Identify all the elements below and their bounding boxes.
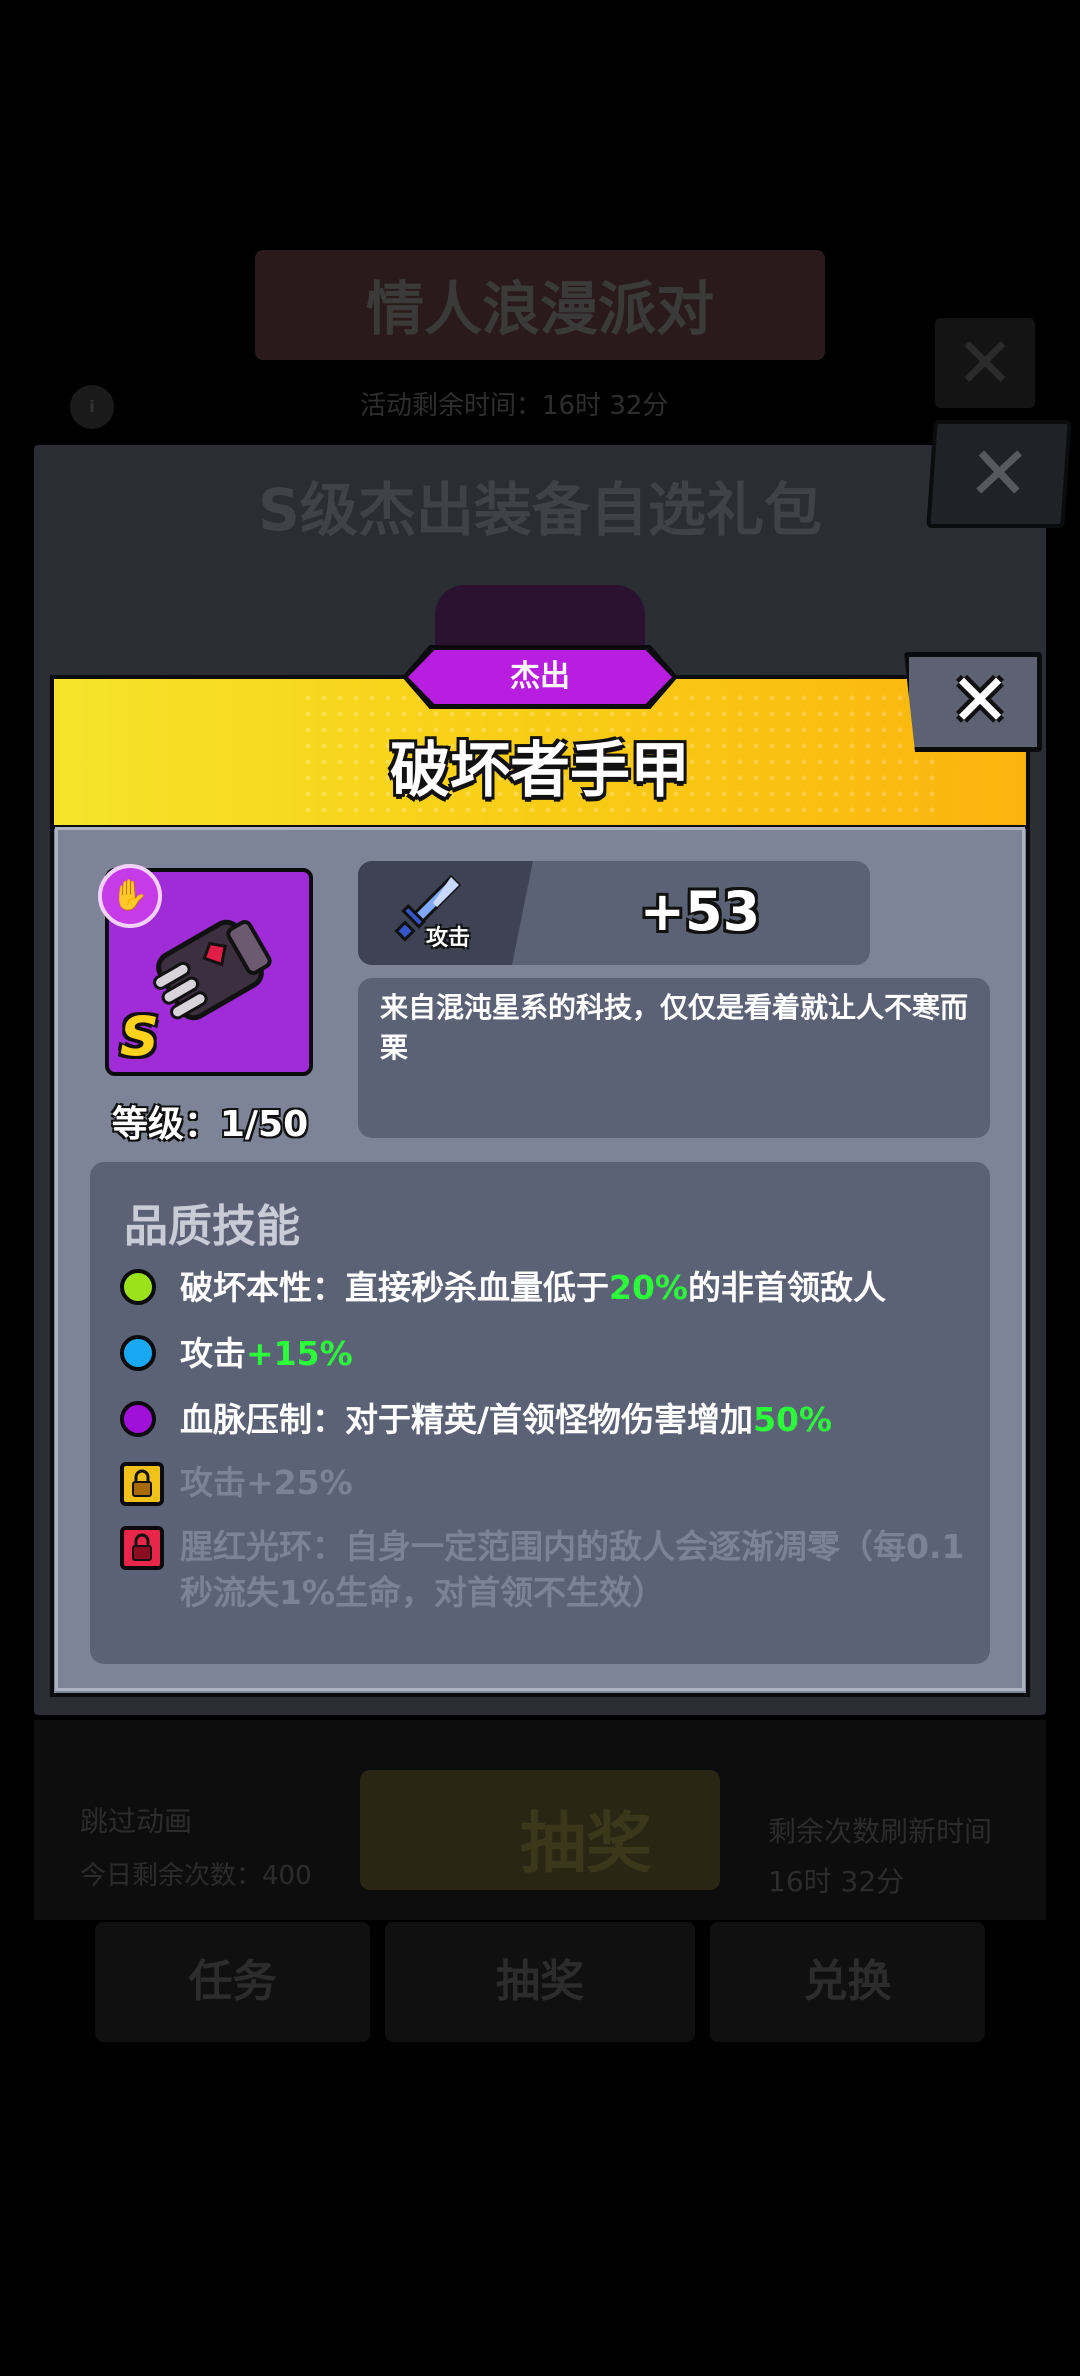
skill-row-locked: 腥红光环：自身一定范围内的敌人会逐渐凋零（每0.1秒流失1%生命，对首领不生效） xyxy=(120,1524,980,1616)
stat-label: 攻击 xyxy=(426,926,471,951)
skill-dot-icon xyxy=(120,1335,156,1371)
item-title: 破坏者手甲 xyxy=(390,736,690,806)
tab-draw[interactable]: 抽奖 xyxy=(385,1922,695,2042)
skill-row: 破坏本性：直接秒杀血量低于20%的非首领敌人 xyxy=(120,1265,980,1315)
rarity-tag: 杰出 xyxy=(408,650,672,704)
info-icon[interactable]: i xyxy=(70,385,114,429)
lock-icon xyxy=(120,1462,164,1506)
gift-pack-close-button[interactable]: ✕ xyxy=(926,420,1072,528)
tab-tasks[interactable]: 任务 xyxy=(95,1922,370,2042)
skill-text: 腥红光环：自身一定范围内的敌人会逐渐凋零（每0.1秒流失1%生命，对首领不生效） xyxy=(180,1527,965,1612)
skill-row-locked: 攻击+25% xyxy=(120,1460,980,1510)
item-level: 等级：1/50 xyxy=(111,1104,309,1145)
skill-row: 攻击+15% xyxy=(120,1331,980,1381)
skill-text: 血脉压制：对于精英/首领怪物伤害增加50% xyxy=(180,1400,833,1439)
quality-skills-title: 品质技能 xyxy=(124,1201,300,1252)
refresh-time: 16时 32分 xyxy=(768,1865,905,1898)
skill-text: 攻击+25% xyxy=(180,1463,353,1502)
skill-dot-icon xyxy=(120,1269,156,1305)
skill-row: 血脉压制：对于精英/首领怪物伤害增加50% xyxy=(120,1397,980,1447)
lock-icon xyxy=(120,1526,164,1570)
hand-icon: ✋ xyxy=(98,864,162,928)
skill-dot-icon xyxy=(120,1401,156,1437)
draw-button-label: 抽奖 xyxy=(520,1805,652,1882)
item-description: 来自混沌星系的科技，仅仅是看着就让人不寒而栗 xyxy=(380,991,969,1064)
event-title: 情人浪漫派对 xyxy=(365,275,714,343)
remaining-count: 今日剩余次数：400 xyxy=(80,1861,312,1891)
skip-animation-toggle[interactable]: 跳过动画 xyxy=(80,1800,192,1840)
close-icon[interactable]: ✕ xyxy=(935,655,1025,745)
skill-text: 攻击+15% xyxy=(180,1334,353,1373)
refresh-label: 剩余次数刷新时间 xyxy=(768,1815,993,1848)
stat-value: +53 xyxy=(639,880,761,943)
grade-badge: S xyxy=(120,1005,159,1068)
gift-pack-title: S级杰出装备自选礼包 xyxy=(258,476,822,544)
tab-exchange[interactable]: 兑换 xyxy=(710,1922,985,2042)
event-timer: 活动剩余时间：16时 32分 xyxy=(360,391,669,421)
event-close-button[interactable]: ✕ xyxy=(935,318,1035,408)
skill-text: 破坏本性：直接秒杀血量低于20%的非首领敌人 xyxy=(180,1268,886,1307)
